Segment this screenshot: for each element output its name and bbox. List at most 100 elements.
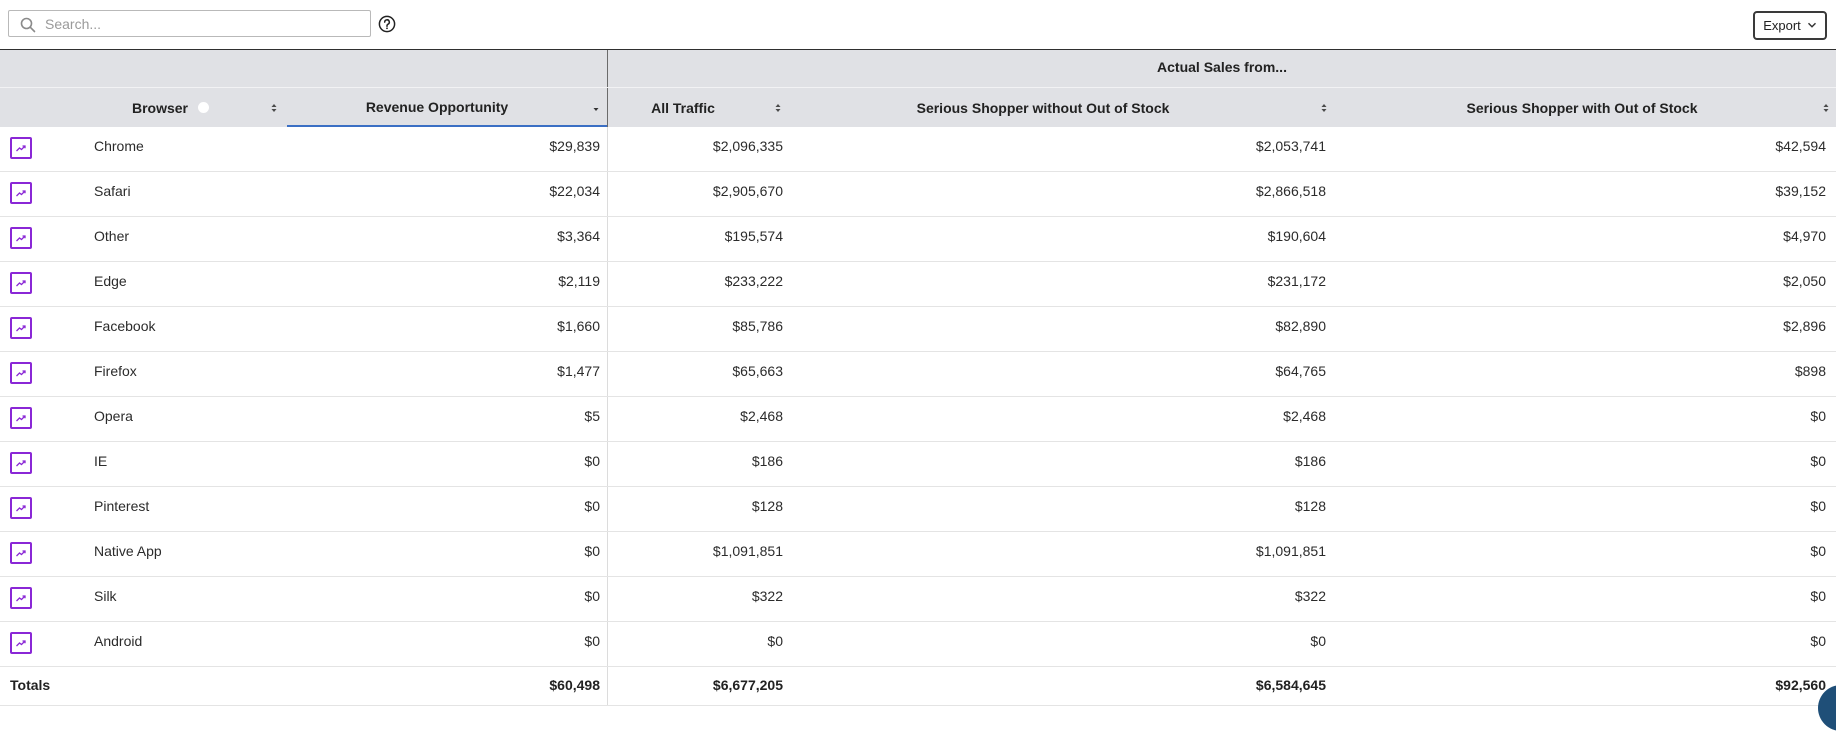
browser-name: Chrome [94, 138, 144, 154]
serious-shopper-with-oos-value: $39,152 [1775, 183, 1826, 199]
serious-shopper-without-oos-value: $2,866,518 [1255, 183, 1326, 199]
all-traffic-value: $1,091,851 [712, 543, 783, 559]
serious-shopper-without-oos-value: $322 [1294, 588, 1326, 604]
revenue-opportunity-value: $0 [584, 453, 600, 469]
total-revenue-opportunity: $60,498 [549, 677, 600, 693]
column-header-all-traffic[interactable]: All Traffic [608, 88, 788, 127]
column-label: Browser [131, 99, 189, 116]
column-header-browser[interactable]: Browser [0, 88, 286, 127]
all-traffic-value: $186 [751, 453, 783, 469]
column-header-revenue-opportunity[interactable]: Revenue Opportunity [287, 88, 607, 127]
column-header-serious-shopper-without-oos[interactable]: Serious Shopper without Out of Stock [788, 88, 1328, 127]
revenue-opportunity-value: $1,477 [557, 363, 600, 379]
total-serious-shopper-without-oos: $6,584,645 [1255, 677, 1326, 693]
table-row: Native App $0 $1,091,851 $1,091,851 $0 [0, 532, 1836, 577]
column-header-serious-shopper-with-oos[interactable]: Serious Shopper with Out of Stock [1328, 88, 1836, 127]
browser-name: Opera [94, 408, 133, 424]
serious-shopper-without-oos-value: $231,172 [1267, 273, 1326, 289]
browser-name: Silk [94, 588, 117, 604]
table-row: IE $0 $186 $186 $0 [0, 442, 1836, 487]
table-row: Android $0 $0 $0 $0 [0, 622, 1836, 667]
trend-chart-icon[interactable] [10, 317, 32, 339]
export-label: Export [1763, 18, 1801, 33]
all-traffic-value: $65,663 [732, 363, 783, 379]
column-label: Serious Shopper with Out of Stock [1466, 99, 1698, 116]
export-button[interactable]: Export [1753, 11, 1827, 40]
all-traffic-value: $2,096,335 [712, 138, 783, 154]
serious-shopper-with-oos-value: $0 [1810, 543, 1826, 559]
search-icon [20, 17, 36, 33]
sort-icon[interactable] [774, 101, 782, 115]
browser-name: Edge [94, 273, 127, 289]
serious-shopper-without-oos-value: $2,053,741 [1255, 138, 1326, 154]
serious-shopper-with-oos-value: $2,896 [1783, 318, 1826, 334]
serious-shopper-without-oos-value: $2,468 [1283, 408, 1326, 424]
trend-chart-icon[interactable] [10, 407, 32, 429]
browser-name: Pinterest [94, 498, 150, 514]
all-traffic-value: $195,574 [724, 228, 783, 244]
revenue-opportunity-value: $3,364 [557, 228, 600, 244]
serious-shopper-with-oos-value: $4,970 [1783, 228, 1826, 244]
all-traffic-value: $0 [767, 633, 783, 649]
search-box[interactable] [8, 10, 371, 37]
trend-chart-icon[interactable] [10, 497, 32, 519]
total-all-traffic: $6,677,205 [712, 677, 783, 693]
help-icon[interactable] [378, 15, 396, 33]
data-table: Actual Sales from... Browser Revenue Opp… [0, 49, 1836, 706]
trend-chart-icon[interactable] [10, 632, 32, 654]
browser-name: Firefox [94, 363, 137, 379]
trend-chart-icon[interactable] [10, 452, 32, 474]
all-traffic-value: $322 [751, 588, 783, 604]
serious-shopper-with-oos-value: $2,050 [1783, 273, 1826, 289]
table-row: Chrome $29,839 $2,096,335 $2,053,741 $42… [0, 127, 1836, 172]
serious-shopper-without-oos-value: $64,765 [1275, 363, 1326, 379]
table-row: Facebook $1,660 $85,786 $82,890 $2,896 [0, 307, 1836, 352]
serious-shopper-without-oos-value: $190,604 [1267, 228, 1326, 244]
serious-shopper-with-oos-value: $0 [1810, 408, 1826, 424]
trend-chart-icon[interactable] [10, 542, 32, 564]
sort-icon[interactable] [1320, 101, 1328, 115]
trend-chart-icon[interactable] [10, 182, 32, 204]
serious-shopper-without-oos-value: $128 [1294, 498, 1326, 514]
table-row: Pinterest $0 $128 $128 $0 [0, 487, 1836, 532]
browser-name: Safari [94, 183, 131, 199]
totals-row: Totals $60,498 $6,677,205 $6,584,645 $92… [0, 667, 1836, 706]
browser-name: Android [94, 633, 143, 649]
sort-icon[interactable] [1822, 101, 1830, 115]
all-traffic-value: $2,468 [740, 408, 783, 424]
sort-icon[interactable] [270, 101, 278, 115]
serious-shopper-without-oos-value: $0 [1310, 633, 1326, 649]
all-traffic-value: $85,786 [732, 318, 783, 334]
table-body: Chrome $29,839 $2,096,335 $2,053,741 $42… [0, 127, 1836, 667]
table-row: Other $3,364 $195,574 $190,604 $4,970 [0, 217, 1836, 262]
totals-label: Totals [10, 677, 51, 693]
all-traffic-value: $2,905,670 [712, 183, 783, 199]
revenue-opportunity-value: $29,839 [549, 138, 600, 154]
revenue-opportunity-value: $0 [584, 498, 600, 514]
serious-shopper-with-oos-value: $0 [1810, 588, 1826, 604]
trend-chart-icon[interactable] [10, 587, 32, 609]
search-input[interactable] [45, 13, 365, 34]
column-label: Revenue Opportunity [365, 98, 509, 115]
sort-descending-icon[interactable] [592, 101, 600, 115]
revenue-opportunity-value: $5 [584, 408, 600, 424]
browser-name: Native App [94, 543, 162, 559]
browser-name: Other [94, 228, 130, 244]
table-row: Firefox $1,477 $65,663 $64,765 $898 [0, 352, 1836, 397]
info-icon[interactable] [198, 102, 210, 113]
table-row: Edge $2,119 $233,222 $231,172 $2,050 [0, 262, 1836, 307]
browser-name: IE [94, 453, 108, 469]
all-traffic-value: $233,222 [724, 273, 783, 289]
revenue-opportunity-value: $2,119 [558, 273, 600, 289]
group-header-actual-sales: Actual Sales from... [1157, 59, 1287, 75]
trend-chart-icon[interactable] [10, 362, 32, 384]
serious-shopper-with-oos-value: $898 [1794, 363, 1826, 379]
trend-chart-icon[interactable] [10, 227, 32, 249]
revenue-opportunity-value: $0 [584, 633, 600, 649]
serious-shopper-with-oos-value: $42,594 [1775, 138, 1826, 154]
trend-chart-icon[interactable] [10, 137, 32, 159]
browser-name: Facebook [94, 318, 156, 334]
chevron-down-icon [1807, 18, 1817, 33]
all-traffic-value: $128 [751, 498, 783, 514]
trend-chart-icon[interactable] [10, 272, 32, 294]
